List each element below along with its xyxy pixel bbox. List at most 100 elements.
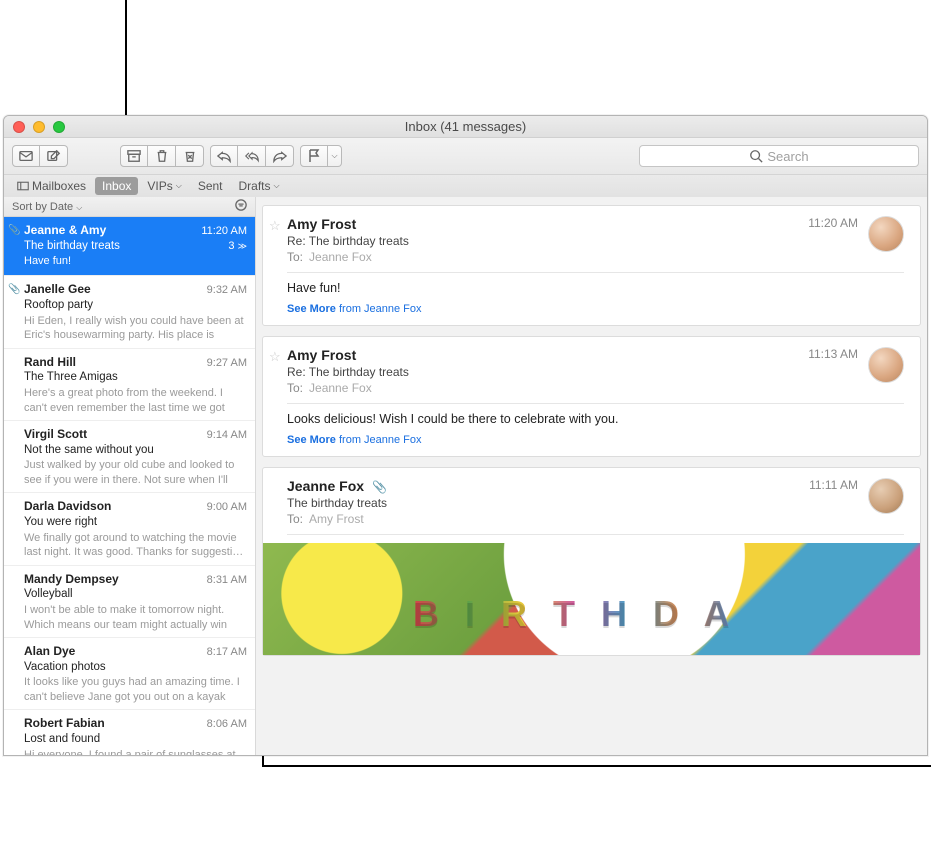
message-card[interactable]: Jeanne Fox📎The birthday treatsTo:Amy Fro… xyxy=(262,467,921,656)
reply-all-icon xyxy=(245,149,259,163)
see-more-link[interactable]: See More from Jeanne Fox xyxy=(287,434,904,446)
message-list-pane: Sort by Date ⌵ 📎 Jeanne & Amy 11:20 AM The … xyxy=(4,197,256,755)
favbar-drafts[interactable]: Drafts ⌵ xyxy=(232,177,287,195)
card-time: 11:20 AM xyxy=(808,216,858,230)
sort-label: Sort by Date xyxy=(12,201,73,213)
message-time: 8:31 AM xyxy=(207,573,247,588)
favbar-inbox[interactable]: Inbox xyxy=(95,177,138,195)
titlebar[interactable]: Inbox (41 messages) xyxy=(4,116,927,138)
message-subject: Vacation photos xyxy=(24,660,106,676)
chevron-right-icon: ≫ xyxy=(238,241,247,251)
message-preview: Have fun! xyxy=(24,254,247,269)
minimize-window-button[interactable] xyxy=(33,121,45,133)
message-row[interactable]: 📎 Jeanne & Amy 11:20 AM The birthday treats… xyxy=(4,217,255,276)
favbar-vips[interactable]: VIPs ⌵ xyxy=(140,177,188,195)
message-time: 9:00 AM xyxy=(207,500,247,515)
message-row[interactable]: Darla Davidson 9:00 AM You were rightWe fi… xyxy=(4,493,255,565)
message-sender: Alan Dye xyxy=(24,643,75,659)
message-time: 8:06 AM xyxy=(207,717,247,732)
message-row[interactable]: Rand Hill9:27 AMThe Three AmigasHere's a… xyxy=(4,349,255,421)
reply-button[interactable] xyxy=(210,145,238,167)
message-row[interactable]: Robert Fabian 8:06 AM Lost and foundHi eve… xyxy=(4,710,255,755)
filter-button[interactable] xyxy=(235,199,247,214)
chevron-down-icon: ⌵ xyxy=(331,151,337,161)
message-time: 8:17 AM xyxy=(207,645,247,660)
see-more-from: from Jeanne Fox xyxy=(336,303,422,315)
card-from: Amy Frost xyxy=(287,216,356,232)
message-time: 11:20 AM xyxy=(201,224,247,239)
thread-count: 3 ≫ xyxy=(228,239,247,254)
junk-button[interactable] xyxy=(176,145,204,167)
message-subject: Volleyball xyxy=(24,587,73,603)
avatar[interactable] xyxy=(868,347,904,383)
message-preview: I won't be able to make it tomorrow nigh… xyxy=(24,603,247,631)
see-more-link[interactable]: See More from Jeanne Fox xyxy=(287,303,904,315)
chevron-down-icon: ⌵ xyxy=(176,181,182,191)
message-sender: Jeanne & Amy xyxy=(24,222,106,238)
flag-dropdown[interactable]: ⌵ xyxy=(328,145,342,167)
message-subject: The birthday treats xyxy=(24,239,120,255)
avatar[interactable] xyxy=(868,478,904,514)
message-body: Looks delicious! Wish I could be there t… xyxy=(287,412,904,426)
sort-menu[interactable]: Sort by Date ⌵ xyxy=(12,201,82,213)
compose-button[interactable] xyxy=(40,145,68,167)
mail-window: Inbox (41 messages) xyxy=(3,115,928,756)
get-mail-button[interactable] xyxy=(12,145,40,167)
attachment-icon: 📎 xyxy=(8,224,20,238)
favbar-label: Inbox xyxy=(102,179,131,193)
message-subject: Lost and found xyxy=(24,732,100,748)
card-subject: Re: The birthday treats xyxy=(287,365,409,379)
message-sender: Rand Hill xyxy=(24,354,76,370)
callout-line xyxy=(262,765,931,767)
card-subject: The birthday treats xyxy=(287,496,387,510)
message-time: 9:14 AM xyxy=(207,428,247,443)
card-to: Jeanne Fox xyxy=(309,250,372,264)
attachment-icon: 📎 xyxy=(372,480,387,494)
callout-line xyxy=(125,0,127,115)
message-card[interactable]: ☆Amy FrostRe: The birthday treatsTo:Jean… xyxy=(262,336,921,457)
message-row[interactable]: 📎Janelle Gee9:32 AMRooftop partyHi Eden,… xyxy=(4,276,255,348)
search-placeholder: Search xyxy=(767,149,808,164)
message-row[interactable]: Mandy Dempsey8:31 AMVolleyballI won't be… xyxy=(4,566,255,638)
forward-button[interactable] xyxy=(266,145,294,167)
forward-icon xyxy=(273,149,287,163)
reply-all-button[interactable] xyxy=(238,145,266,167)
reply-icon xyxy=(217,149,231,163)
favbar-sent[interactable]: Sent xyxy=(191,177,230,195)
message-subject: You were right xyxy=(24,515,97,531)
card-to: Amy Frost xyxy=(309,512,364,526)
search-input[interactable]: Search xyxy=(639,145,919,167)
vip-star-icon[interactable]: ☆ xyxy=(269,349,281,365)
message-preview: We finally got around to watching the mo… xyxy=(24,531,247,559)
message-preview: Just walked by your old cube and looked … xyxy=(24,458,247,486)
card-to-label: To: xyxy=(287,512,303,526)
message-row[interactable]: Virgil Scott 9:14 AM Not the same without … xyxy=(4,421,255,493)
filter-icon xyxy=(235,199,247,211)
close-window-button[interactable] xyxy=(13,121,25,133)
message-sender: Darla Davidson xyxy=(24,498,111,514)
favbar-label: Drafts xyxy=(239,179,271,193)
archive-icon xyxy=(127,149,141,163)
junk-icon xyxy=(183,149,197,163)
message-time: 9:32 AM xyxy=(207,283,247,298)
avatar[interactable] xyxy=(868,216,904,252)
vip-star-icon[interactable]: ☆ xyxy=(269,218,281,234)
message-subject: Not the same without you xyxy=(24,443,154,459)
search-icon xyxy=(749,149,763,163)
card-from: Amy Frost xyxy=(287,347,356,363)
message-body: Have fun! xyxy=(287,281,904,295)
card-subject: Re: The birthday treats xyxy=(287,234,409,248)
fullscreen-window-button[interactable] xyxy=(53,121,65,133)
card-to: Jeanne Fox xyxy=(309,381,372,395)
message-card[interactable]: ☆Amy FrostRe: The birthday treatsTo:Jean… xyxy=(262,205,921,326)
attachment-image[interactable] xyxy=(263,543,920,655)
flag-button[interactable] xyxy=(300,145,328,167)
mailboxes-toggle[interactable]: Mailboxes xyxy=(10,177,93,195)
message-sender: Virgil Scott xyxy=(24,426,87,442)
message-sender: Robert Fabian xyxy=(24,715,105,731)
delete-button[interactable] xyxy=(148,145,176,167)
message-row[interactable]: Alan Dye8:17 AMVacation photosIt looks l… xyxy=(4,638,255,710)
message-preview: Hi everyone, I found a pair of sunglasse… xyxy=(24,748,247,755)
archive-button[interactable] xyxy=(120,145,148,167)
message-preview: Hi Eden, I really wish you could have be… xyxy=(24,314,247,342)
